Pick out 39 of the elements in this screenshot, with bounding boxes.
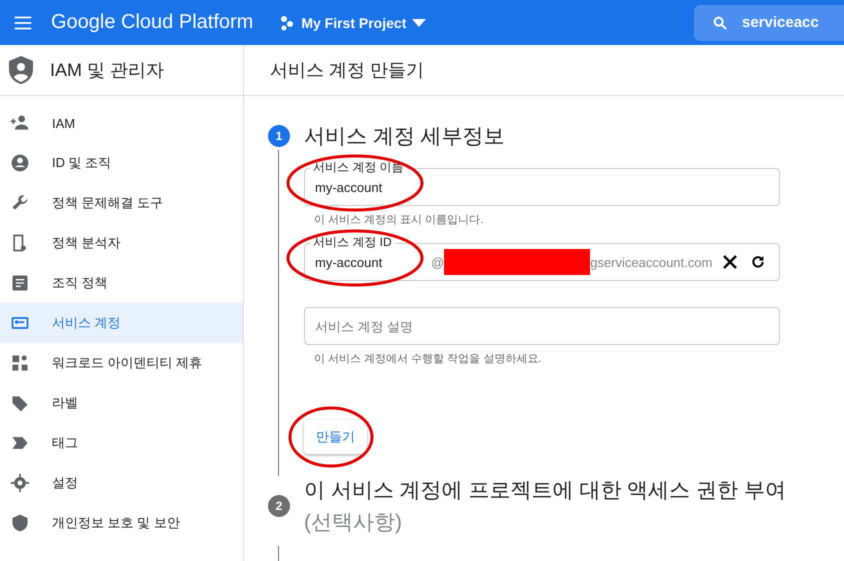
sidebar-item[interactable]: IAM bbox=[0, 103, 243, 143]
sidebar-item[interactable]: 태그 bbox=[0, 423, 243, 463]
email-suffix: @ bbox=[431, 254, 444, 270]
step-number: 1 bbox=[268, 125, 290, 147]
step-title: 이 서비스 계정에 프로젝트에 대한 액세스 권한 부여 bbox=[304, 478, 786, 504]
sidebar-item[interactable]: 워크로드 아이덴티티 제휴 bbox=[0, 343, 243, 383]
section-title: IAM 및 관리자 bbox=[50, 59, 164, 82]
optional-note: (선택사항) bbox=[304, 510, 403, 536]
product-name: Google Cloud Platform bbox=[51, 11, 254, 34]
sidebar-item[interactable]: 개인정보 보호 및 보안 bbox=[0, 503, 243, 543]
value-input[interactable]: my-account bbox=[315, 254, 425, 270]
project-icon bbox=[279, 14, 296, 30]
sidebar-item[interactable]: 정책 문제해결 도구 bbox=[0, 183, 243, 223]
helper-text: 이 서비스 계정의 표시 이름입니다. bbox=[314, 213, 484, 227]
caret-icon bbox=[412, 18, 426, 26]
create-button[interactable]: 만들기 bbox=[304, 420, 367, 454]
text-field[interactable]: 서비스 계정 설명 bbox=[304, 307, 780, 345]
sidebar-item[interactable]: 설정 bbox=[0, 463, 243, 503]
refresh-icon bbox=[750, 254, 766, 270]
sidebar-item[interactable]: 라벨 bbox=[0, 383, 243, 423]
search-icon bbox=[712, 14, 728, 30]
value-input[interactable]: 서비스 계정 설명 bbox=[315, 318, 769, 334]
project-selector[interactable]: My First Project bbox=[275, 10, 430, 34]
sidebar-item[interactable]: ID 및 조직 bbox=[0, 143, 243, 183]
step-number: 2 bbox=[268, 495, 290, 517]
account-circle-icon bbox=[10, 153, 30, 173]
sidebar-item[interactable]: 서비스 계정 bbox=[0, 303, 243, 343]
shield-icon bbox=[10, 513, 30, 533]
page-title: 서비스 계정 만들기 bbox=[270, 59, 424, 82]
step-title: 서비스 계정 세부정보 bbox=[304, 124, 505, 150]
close-icon bbox=[722, 254, 738, 270]
value-input[interactable]: my-account bbox=[315, 180, 769, 194]
squares-icon bbox=[10, 353, 30, 373]
sidebar-item[interactable]: 정책 분석자 bbox=[0, 223, 243, 263]
email-suffix: gserviceaccount.com bbox=[590, 254, 712, 270]
shield-person-icon bbox=[8, 55, 34, 85]
sidebar-item[interactable]: 조직 정책 bbox=[0, 263, 243, 303]
helper-text: 이 서비스 계정에서 수행할 작업을 설명하세요. bbox=[314, 352, 542, 366]
field-label: 서비스 계정 ID bbox=[310, 234, 395, 251]
